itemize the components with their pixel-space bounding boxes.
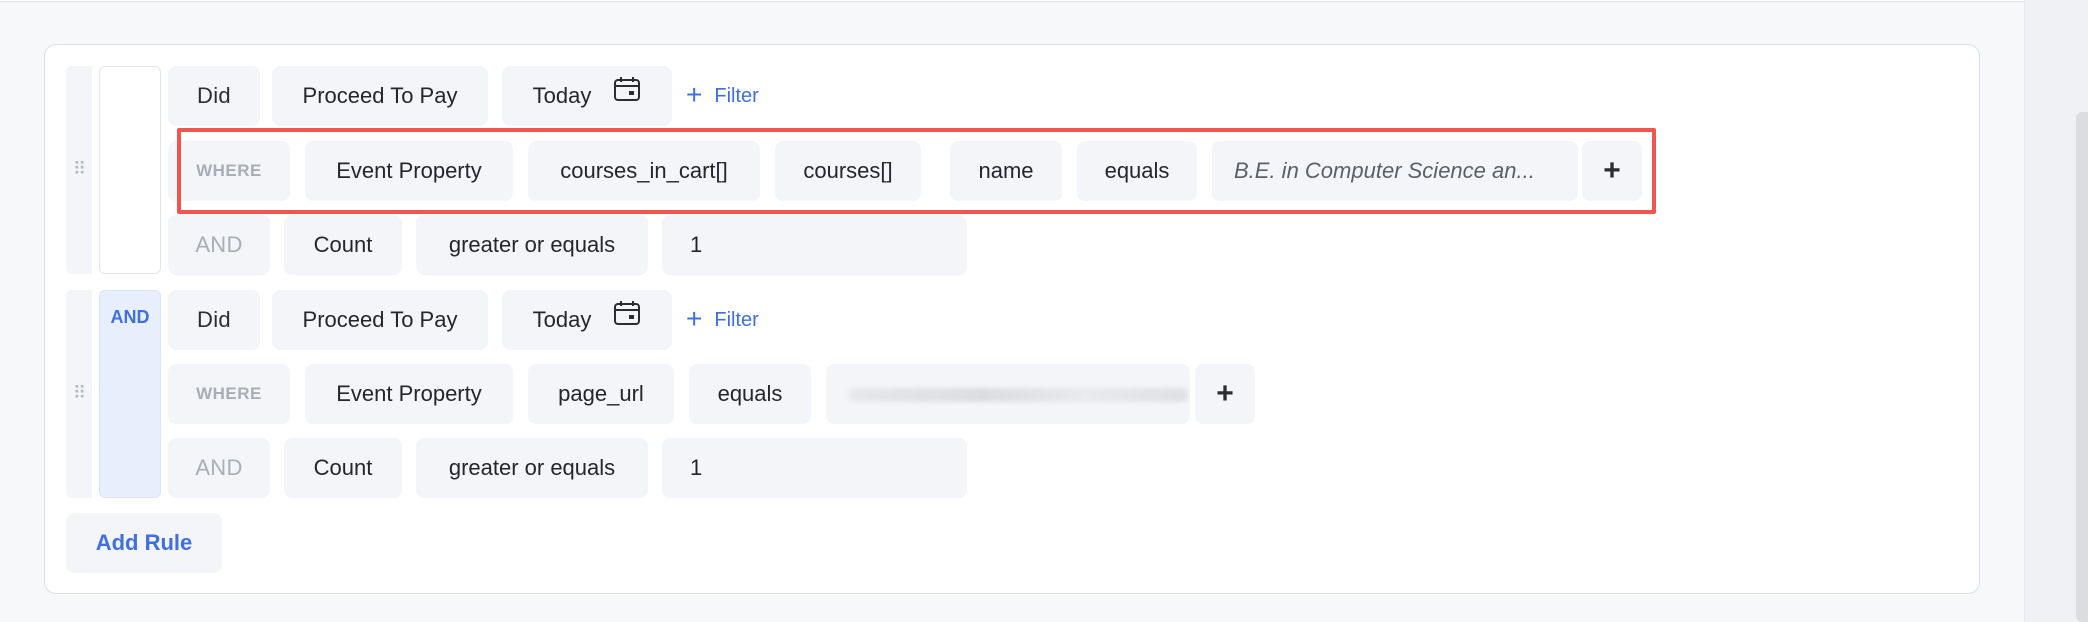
- did-selector[interactable]: Did: [168, 66, 260, 126]
- date-label: Today: [532, 83, 592, 108]
- rule-1-connector: [99, 66, 161, 274]
- top-panel-edge: [0, 0, 2024, 2]
- calendar-icon: [613, 66, 641, 125]
- add-value-button[interactable]: +: [1195, 364, 1255, 424]
- redacted-value: [848, 388, 1188, 402]
- and-label: AND: [168, 215, 270, 275]
- property-type-selector[interactable]: Event Property: [305, 141, 513, 201]
- property-type-selector[interactable]: Event Property: [305, 364, 513, 424]
- and-connector-badge[interactable]: AND: [99, 290, 161, 498]
- filter-label: Filter: [714, 85, 759, 107]
- property-path-courses-in-cart[interactable]: courses_in_cart[]: [528, 141, 760, 201]
- property-selector[interactable]: page_url: [528, 364, 674, 424]
- count-value-input[interactable]: 1: [662, 215, 967, 275]
- add-rule-button[interactable]: Add Rule: [66, 513, 222, 573]
- count-value-input[interactable]: 1: [662, 438, 967, 498]
- value-input[interactable]: B.E. in Computer Science an...: [1212, 141, 1578, 201]
- count-operator-selector[interactable]: greater or equals: [416, 215, 648, 275]
- count-selector[interactable]: Count: [284, 215, 402, 275]
- date-selector[interactable]: Today: [502, 66, 672, 126]
- drag-handle-icon[interactable]: ⠿: [73, 382, 86, 406]
- and-label: AND: [168, 438, 270, 498]
- date-label: Today: [532, 307, 592, 332]
- calendar-icon: [613, 290, 641, 349]
- value-input[interactable]: [826, 364, 1190, 424]
- operator-selector[interactable]: equals: [1077, 141, 1197, 201]
- add-value-button[interactable]: +: [1582, 141, 1642, 201]
- scrollbar-thumb[interactable]: [2076, 112, 2088, 622]
- count-selector[interactable]: Count: [284, 438, 402, 498]
- plus-icon: +: [686, 79, 703, 110]
- count-operator-selector[interactable]: greater or equals: [416, 438, 648, 498]
- date-selector[interactable]: Today: [502, 290, 672, 350]
- operator-selector[interactable]: equals: [689, 364, 811, 424]
- plus-icon: +: [686, 303, 703, 334]
- add-filter-link[interactable]: + Filter: [686, 304, 759, 334]
- property-path-name[interactable]: name: [950, 141, 1062, 201]
- property-path-courses[interactable]: courses[]: [775, 141, 921, 201]
- where-label: WHERE: [168, 364, 290, 424]
- filter-label: Filter: [714, 309, 759, 331]
- event-selector[interactable]: Proceed To Pay: [272, 290, 488, 350]
- where-label: WHERE: [168, 141, 290, 201]
- add-filter-link[interactable]: + Filter: [686, 80, 759, 110]
- drag-handle-icon[interactable]: ⠿: [73, 158, 86, 182]
- event-selector[interactable]: Proceed To Pay: [272, 66, 488, 126]
- did-selector[interactable]: Did: [168, 290, 260, 350]
